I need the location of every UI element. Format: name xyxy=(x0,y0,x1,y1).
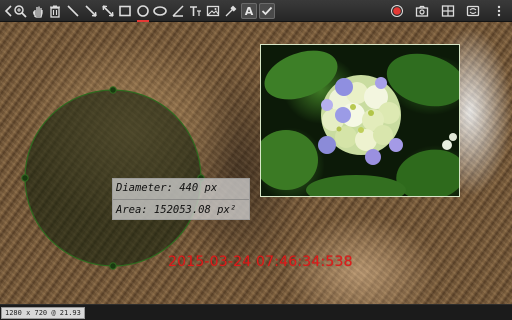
area-readout: Area: 152053.08 px² xyxy=(116,204,237,216)
more-options-icon[interactable] xyxy=(491,3,507,19)
status-bar: 1280 x 720 @ 21.93 xyxy=(0,304,512,320)
record-icon[interactable] xyxy=(389,3,405,19)
handle-bottom[interactable] xyxy=(109,262,117,270)
timestamp-overlay: 2015-03-24 07:46:34:538 xyxy=(168,254,353,270)
grid-layout-icon[interactable] xyxy=(440,3,456,19)
readout-divider xyxy=(113,199,249,200)
resolution-framerate-label: 1280 x 720 @ 21.93 xyxy=(1,307,85,319)
diameter-readout: Diameter: 440 px xyxy=(116,182,218,194)
text-tool-icon[interactable] xyxy=(187,3,203,19)
confirm-check-icon[interactable] xyxy=(259,3,275,19)
delete-icon[interactable] xyxy=(47,3,63,19)
handle-top[interactable] xyxy=(109,86,117,94)
angle-tool-icon[interactable] xyxy=(170,3,186,19)
handle-left[interactable] xyxy=(21,174,29,182)
zoom-icon[interactable] xyxy=(12,3,28,19)
measurement-readout: Diameter: 440 px Area: 152053.08 px² xyxy=(112,178,250,220)
camera-snapshot-icon[interactable] xyxy=(414,3,430,19)
color-picker-icon[interactable] xyxy=(223,3,239,19)
double-arrow-line-tool-icon[interactable] xyxy=(100,3,116,19)
circle-tool-icon[interactable] xyxy=(135,3,151,22)
arrow-line-tool-icon[interactable] xyxy=(83,3,99,19)
font-icon[interactable]: A xyxy=(241,3,257,19)
rectangle-tool-icon[interactable] xyxy=(117,3,133,19)
pan-hand-icon[interactable] xyxy=(30,3,46,19)
font-icon-label: A xyxy=(244,4,254,18)
camera-switch-icon[interactable] xyxy=(465,3,481,19)
line-tool-icon[interactable] xyxy=(65,3,81,19)
image-icon[interactable] xyxy=(205,3,221,19)
camera-viewport[interactable]: Diameter: 440 px Area: 152053.08 px² 201… xyxy=(0,22,512,304)
toolbar: A xyxy=(0,0,512,22)
picture-in-picture-photo[interactable] xyxy=(260,44,460,197)
ellipse-tool-icon[interactable] xyxy=(152,3,168,19)
